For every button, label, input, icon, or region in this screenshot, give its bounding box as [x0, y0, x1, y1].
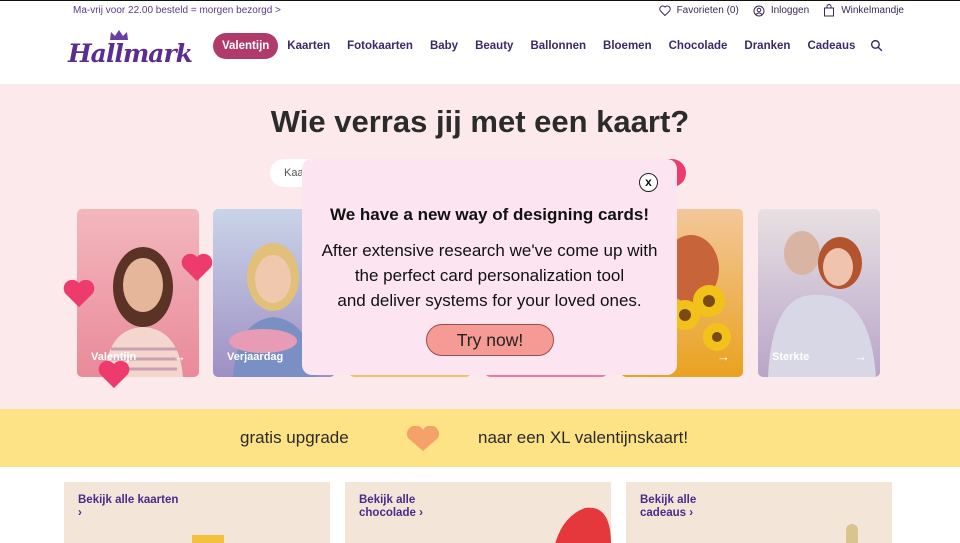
category-card-label: Sterkte	[772, 351, 810, 363]
cart-label: Winkelmandje	[841, 5, 904, 16]
modal-title: We have a new way of designing cards!	[330, 205, 649, 224]
heart-outline-icon	[658, 5, 671, 16]
heart-icon	[63, 279, 95, 308]
close-modal-button[interactable]: x	[639, 173, 658, 192]
nav-item-valentijn[interactable]: Valentijn	[213, 33, 279, 59]
tile-photo-chocolate	[555, 507, 611, 543]
shopping-bag-icon	[824, 4, 835, 17]
login-link[interactable]: Inloggen	[753, 5, 809, 17]
search-icon[interactable]	[870, 39, 883, 52]
tile-photo-card	[192, 535, 224, 543]
hero-search-placeholder: Kaa	[284, 167, 304, 179]
tile-all-chocolate[interactable]: Bekijk alle chocolade ›	[345, 482, 611, 543]
main-header: Hallmark Valentijn Kaarten Fotokaarten B…	[0, 25, 960, 83]
banner-text-right: naar een XL valentijnskaart!	[478, 428, 689, 447]
cart-link[interactable]: Winkelmandje	[823, 4, 904, 17]
hallmark-logo[interactable]: Hallmark	[68, 29, 193, 71]
category-card-label: Verjaardag	[227, 351, 284, 363]
hero-title: Wie verras jij met een kaart?	[270, 104, 690, 139]
tile-link-text: Bekijk alle chocolade ›	[359, 494, 423, 519]
tile-all-gifts[interactable]: Bekijk alle cadeaus ›	[626, 482, 892, 543]
banner-text-left: gratis upgrade	[240, 428, 349, 447]
try-now-button[interactable]: Try now!	[426, 324, 554, 356]
arrow-right-icon: →	[854, 349, 867, 364]
hallmark-homepage: Ma-vrij voor 22.00 besteld = morgen bezo…	[0, 0, 960, 543]
nav-item-ballonnen[interactable]: Ballonnen	[530, 33, 586, 59]
favorites-link[interactable]: Favorieten (0)	[658, 5, 739, 16]
account-links: Favorieten (0) Inloggen Winkelmandje	[658, 4, 904, 17]
tile-link-text: Bekijk alle kaarten ›	[78, 494, 179, 519]
nav-item-bloemen[interactable]: Bloemen	[603, 33, 652, 59]
nav-item-beauty[interactable]: Beauty	[475, 33, 513, 59]
modal-body-line: the perfect card personalization tool	[354, 266, 625, 285]
nav-item-chocolade[interactable]: Chocolade	[669, 33, 728, 59]
modal-body-line: After extensive research we've come up w…	[321, 241, 658, 260]
nav-item-kaarten[interactable]: Kaarten	[287, 33, 330, 59]
nav-item-dranken[interactable]: Dranken	[744, 33, 790, 59]
logo-wordmark: Hallmark	[68, 39, 193, 68]
tile-link-text: Bekijk alle cadeaus ›	[640, 494, 697, 519]
nav-item-baby[interactable]: Baby	[430, 33, 458, 59]
arrow-right-icon: →	[173, 349, 186, 364]
arrow-right-icon: →	[717, 349, 730, 364]
modal-body-line: and deliver systems for your loved ones.	[337, 291, 642, 310]
heart-icon	[181, 253, 213, 282]
tile-all-cards[interactable]: Bekijk alle kaarten ›	[64, 482, 330, 543]
main-nav: Valentijn Kaarten Fotokaarten Baby Beaut…	[213, 33, 883, 59]
delivery-promo-link[interactable]: Ma-vrij voor 22.00 besteld = morgen bezo…	[73, 5, 281, 16]
modal-body: After extensive research we've come up w…	[302, 238, 677, 313]
top-bar: Ma-vrij voor 22.00 besteld = morgen bezo…	[0, 1, 960, 21]
nav-item-cadeaus[interactable]: Cadeaus	[807, 33, 855, 59]
tile-photo-gift	[846, 524, 858, 543]
login-label: Inloggen	[770, 5, 810, 16]
promo-banner[interactable]: gratis upgrade naar een XL valentijnskaa…	[0, 409, 960, 467]
promo-modal: x We have a new way of designing cards! …	[302, 159, 677, 375]
category-card-sterkte[interactable]: Sterkte →	[758, 209, 880, 377]
favorites-label: Favorieten (0)	[676, 5, 739, 16]
heart-icon	[407, 426, 439, 451]
user-icon	[753, 5, 765, 16]
nav-item-fotokaarten[interactable]: Fotokaarten	[347, 33, 413, 59]
heart-icon	[98, 360, 130, 389]
